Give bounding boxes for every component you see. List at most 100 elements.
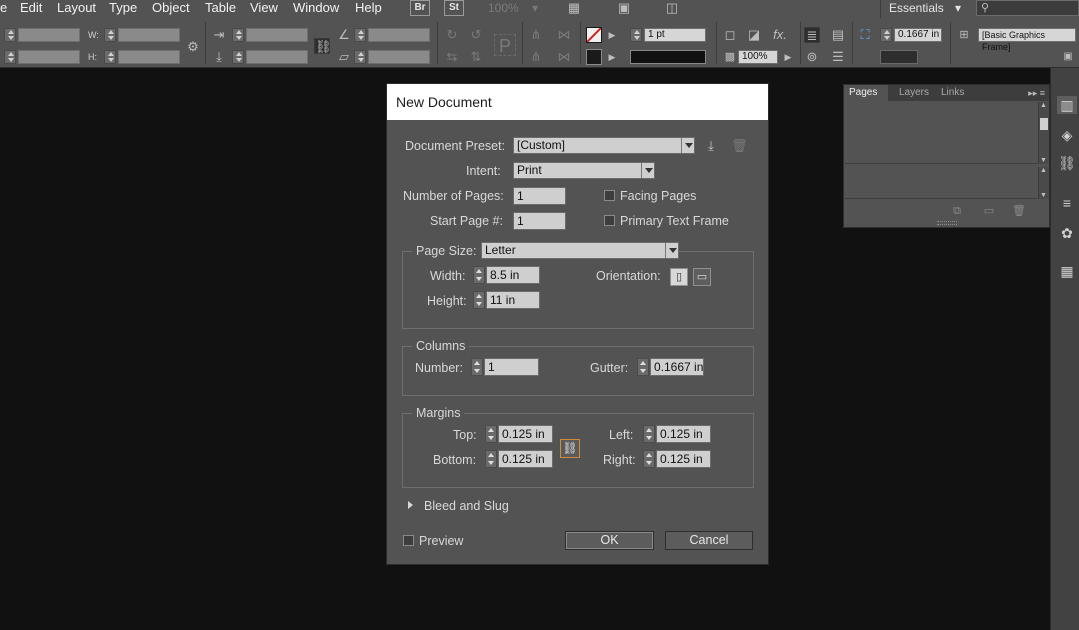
- top-field[interactable]: 0.125 in: [498, 425, 553, 443]
- height-field[interactable]: 11 in: [486, 291, 540, 309]
- chain-link-icon[interactable]: ⛓: [560, 439, 580, 458]
- menu-help[interactable]: Help: [355, 0, 382, 18]
- top-stepper[interactable]: [485, 425, 497, 443]
- intent-dropdown[interactable]: Print: [513, 162, 655, 179]
- resize-grip[interactable]: [937, 221, 957, 225]
- y-field[interactable]: [18, 50, 80, 64]
- flip-horizontal-icon[interactable]: ⇆: [444, 49, 460, 65]
- scale-x-field[interactable]: [246, 28, 308, 42]
- edit-page-size-icon[interactable]: ⧉: [950, 204, 964, 218]
- grid-dock-icon[interactable]: ▦: [1057, 262, 1077, 280]
- x-field[interactable]: [18, 28, 80, 42]
- workspace-switcher[interactable]: Essentials ▾: [880, 0, 972, 18]
- width-stepper[interactable]: [473, 266, 485, 284]
- h-stepper[interactable]: [104, 50, 116, 64]
- rotate-cw-icon[interactable]: ↻: [444, 27, 460, 43]
- left-stepper[interactable]: [643, 425, 655, 443]
- document-pages-area[interactable]: [845, 167, 1037, 199]
- portrait-icon[interactable]: ▯: [670, 268, 688, 286]
- delete-preset-icon[interactable]: 🗑: [731, 138, 748, 154]
- select-previous-icon[interactable]: ⋈: [556, 27, 572, 43]
- landscape-icon[interactable]: ▭: [693, 268, 711, 286]
- number-stepper[interactable]: [471, 358, 483, 376]
- right-field[interactable]: 0.125 in: [656, 450, 711, 468]
- wrap-jump-icon[interactable]: ☰: [830, 49, 846, 65]
- links-dock-icon[interactable]: ⛓: [1057, 154, 1077, 172]
- stroke-type-dropdown[interactable]: [630, 50, 706, 64]
- right-stepper[interactable]: [643, 450, 655, 468]
- rotate-field[interactable]: [368, 28, 430, 42]
- new-page-icon[interactable]: ▭: [982, 204, 996, 218]
- delete-page-icon[interactable]: 🗑: [1012, 204, 1026, 218]
- layers-dock-icon[interactable]: ◈: [1057, 126, 1077, 144]
- select-content-icon[interactable]: ⋔: [528, 49, 544, 65]
- wrap-object-icon[interactable]: ⊚: [804, 49, 820, 65]
- stroke-swatch[interactable]: [586, 49, 602, 65]
- pages-scrollbar[interactable]: ▲ ▼: [1038, 167, 1049, 199]
- menu-object[interactable]: Object: [152, 0, 190, 18]
- stroke-weight-field[interactable]: 1 pt: [644, 28, 706, 42]
- flip-vertical-icon[interactable]: ⇅: [468, 49, 484, 65]
- h-field[interactable]: [118, 50, 180, 64]
- page-size-dropdown[interactable]: Letter: [481, 242, 679, 259]
- menu-layout[interactable]: Layout: [57, 0, 96, 18]
- ok-button[interactable]: OK: [565, 531, 654, 550]
- menu-view[interactable]: View: [250, 0, 278, 18]
- menu-window[interactable]: Window: [293, 0, 339, 18]
- scroll-up-icon[interactable]: ▲: [1040, 167, 1047, 174]
- fill-swatch[interactable]: [586, 27, 602, 43]
- select-next-icon[interactable]: ⋈: [556, 49, 572, 65]
- panel-menu-icon[interactable]: ▸▸ ≡: [1028, 85, 1045, 101]
- scale-x-stepper[interactable]: [232, 28, 244, 42]
- stroke-menu-icon[interactable]: ▶: [604, 49, 620, 65]
- y-stepper[interactable]: [4, 50, 16, 64]
- bleed-slug-toggle[interactable]: Bleed and Slug: [424, 498, 509, 514]
- wrap-box-icon[interactable]: ▤: [830, 27, 846, 43]
- bridge-button[interactable]: Br: [410, 0, 430, 16]
- tab-links[interactable]: Links: [936, 85, 969, 101]
- zoom-level[interactable]: 100%: [488, 0, 519, 16]
- wrap-none-icon[interactable]: ≣: [804, 27, 820, 43]
- scroll-thumb[interactable]: [1040, 118, 1048, 130]
- panel-options-icon[interactable]: ▣: [1060, 49, 1076, 65]
- facing-pages-checkbox[interactable]: [604, 190, 615, 201]
- search-field[interactable]: ⚲: [976, 0, 1079, 16]
- screen-mode-icon[interactable]: ▣: [616, 0, 632, 16]
- scroll-up-icon[interactable]: ▲: [1040, 102, 1047, 109]
- rotate-stepper[interactable]: [354, 28, 366, 42]
- scroll-down-icon[interactable]: ▼: [1040, 192, 1047, 199]
- scroll-down-icon[interactable]: ▼: [1040, 157, 1047, 164]
- left-field[interactable]: 0.125 in: [656, 425, 711, 443]
- stroke-weight-stepper[interactable]: [630, 28, 642, 42]
- opacity-menu-icon[interactable]: ▶: [780, 49, 796, 65]
- stroke-dock-icon[interactable]: ≡: [1057, 194, 1077, 212]
- cancel-button[interactable]: Cancel: [665, 531, 753, 550]
- master-scrollbar[interactable]: ▲ ▼: [1038, 102, 1049, 164]
- bottom-field[interactable]: 0.125 in: [498, 450, 553, 468]
- drop-shadow-icon[interactable]: ◻: [722, 27, 738, 43]
- save-preset-icon[interactable]: ⤓: [703, 138, 719, 154]
- expand-triangle-icon[interactable]: [408, 501, 413, 509]
- opacity-field[interactable]: 100%: [738, 50, 778, 64]
- menu-file-partial[interactable]: e: [0, 0, 7, 18]
- fill-menu-icon[interactable]: ▶: [604, 27, 620, 43]
- view-options-icon[interactable]: ▦: [566, 0, 582, 16]
- width-field[interactable]: 8.5 in: [486, 266, 540, 284]
- gutter-stepper[interactable]: [637, 358, 649, 376]
- tab-pages[interactable]: Pages: [844, 85, 888, 101]
- gutter-field[interactable]: 0.1667 in: [650, 358, 704, 376]
- start-page-field[interactable]: 1: [513, 212, 566, 230]
- w-field[interactable]: [118, 28, 180, 42]
- tab-layers[interactable]: Layers: [894, 85, 934, 101]
- shear-stepper[interactable]: [354, 50, 366, 64]
- zoom-dropdown-icon[interactable]: ▾: [532, 0, 538, 16]
- corner-shape-dropdown[interactable]: [880, 50, 918, 64]
- scale-y-field[interactable]: [246, 50, 308, 64]
- stock-button[interactable]: St: [444, 0, 464, 16]
- shear-field[interactable]: [368, 50, 430, 64]
- scale-y-stepper[interactable]: [232, 50, 244, 64]
- preview-checkbox[interactable]: [403, 535, 414, 546]
- link-scale-icon[interactable]: ⛓: [314, 38, 332, 54]
- w-stepper[interactable]: [104, 28, 116, 42]
- arrange-documents-icon[interactable]: ◫: [664, 0, 680, 16]
